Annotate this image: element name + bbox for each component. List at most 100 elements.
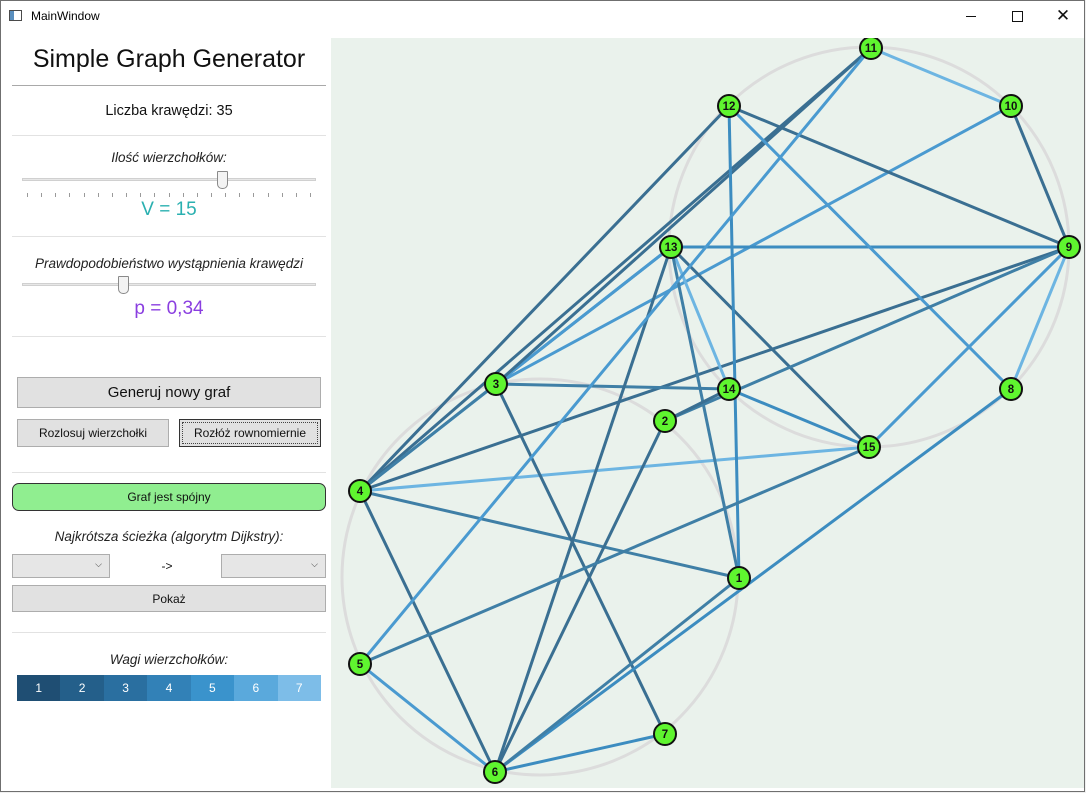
graph-edge [495, 382, 730, 391]
minimize-button[interactable] [948, 1, 994, 31]
graph-edge [358, 47, 873, 665]
from-vertex-select[interactable]: ⌵ [12, 554, 110, 578]
slider-tick [239, 193, 241, 197]
graph-node-3[interactable]: 3 [484, 372, 508, 396]
slider-tick [225, 193, 227, 197]
divider [12, 632, 326, 633]
app-title: Simple Graph Generator [32, 45, 306, 73]
graph-node-15[interactable]: 15 [857, 435, 881, 459]
chevron-down-icon: ⌵ [95, 559, 102, 569]
node-label: 15 [863, 442, 876, 454]
slider-tick [140, 193, 142, 197]
graph-node-11[interactable]: 11 [859, 38, 883, 60]
slider-tick [97, 193, 99, 197]
graph-edge [494, 387, 1012, 774]
divider [12, 236, 326, 237]
graph-node-9[interactable]: 9 [1057, 235, 1081, 259]
slider-track [22, 283, 316, 286]
divider [12, 135, 326, 136]
node-label: 3 [493, 379, 499, 391]
graph-node-8[interactable]: 8 [999, 377, 1023, 401]
slider-tick [41, 193, 43, 197]
even-layout-button[interactable]: Rozłóż rownomiernie [179, 419, 321, 447]
vertices-label: Ilość wierzchołków: [111, 150, 227, 165]
graph-node-4[interactable]: 4 [348, 479, 372, 503]
slider-thumb[interactable] [118, 276, 130, 294]
node-label: 11 [865, 43, 878, 55]
graph-edge [495, 104, 1012, 386]
node-label: 6 [492, 767, 498, 779]
graph-node-14[interactable]: 14 [717, 377, 741, 401]
probability-slider[interactable] [22, 276, 316, 300]
graph-node-6[interactable]: 6 [483, 760, 507, 784]
slider-tick [55, 193, 57, 197]
weight-swatch: 5 [190, 675, 235, 701]
node-label: 14 [723, 384, 736, 396]
graph-node-5[interactable]: 5 [348, 652, 372, 676]
graph-edge [728, 387, 870, 449]
slider-tick [210, 193, 212, 197]
node-label: 12 [723, 101, 736, 113]
graph-node-12[interactable]: 12 [717, 94, 741, 118]
slider-tick [182, 193, 184, 197]
path-arrow-label: -> [161, 559, 173, 573]
graph-node-10[interactable]: 10 [999, 94, 1023, 118]
slider-tick [111, 193, 113, 197]
slider-track [22, 178, 316, 181]
graph-edge [359, 382, 497, 493]
slider-tick [27, 193, 28, 197]
graph-node-1[interactable]: 1 [727, 566, 751, 590]
node-label: 1 [736, 573, 743, 585]
close-icon: ✕ [1055, 6, 1071, 26]
slider-tick [69, 193, 71, 197]
vertices-value: V = 15 [141, 199, 197, 220]
close-button[interactable]: ✕ [1040, 1, 1084, 31]
graph-edge [494, 576, 740, 774]
show-path-button[interactable]: Pokaż [12, 585, 326, 612]
vertices-slider[interactable] [22, 171, 316, 197]
maximize-button[interactable] [994, 1, 1040, 31]
node-label: 10 [1005, 101, 1018, 113]
to-vertex-select[interactable]: ⌵ [221, 554, 326, 578]
divider [12, 472, 326, 473]
window-title: MainWindow [31, 9, 100, 23]
graph-connected-status: Graf jest spójny [12, 483, 326, 511]
node-label: 4 [357, 486, 364, 498]
node-label: 7 [662, 729, 668, 741]
graph-node-7[interactable]: 7 [653, 722, 677, 746]
node-label: 9 [1066, 242, 1072, 254]
weight-swatch: 1 [17, 675, 61, 701]
edge-count-label: Liczba krawędzi: 35 [105, 103, 233, 119]
weights-legend: 1234567 [17, 675, 321, 701]
graph-edge [359, 662, 496, 774]
slider-thumb[interactable] [217, 171, 229, 189]
graph-drawing: 123456789101112131415 [340, 38, 1081, 784]
graph-edge [358, 104, 731, 493]
slider-tick [253, 193, 255, 197]
graph-edge [870, 46, 1012, 108]
graph-edge [495, 245, 672, 386]
graph-edge [359, 46, 872, 493]
weight-swatch: 6 [234, 675, 278, 701]
control-panel: Simple Graph Generator Liczba krawędzi: … [1, 31, 331, 791]
slider-tick [154, 193, 156, 197]
weight-swatch: 4 [147, 675, 191, 701]
randomize-vertices-button[interactable]: Rozlosuj wierzchołki [17, 419, 169, 447]
graph-canvas[interactable]: 1 2 3 4 5 6 7 8 9 10 11 12 13 14 15 [331, 38, 1084, 788]
weight-swatch: 3 [103, 675, 148, 701]
weights-label: Wagi wierzchołków: [109, 652, 229, 667]
minimize-icon [966, 15, 976, 17]
divider [12, 336, 326, 337]
generate-graph-button[interactable]: Generuj nowy graf [17, 377, 321, 408]
graph-edge [359, 489, 740, 580]
slider-tick [126, 193, 128, 197]
graph-node-13[interactable]: 13 [659, 235, 683, 259]
graph-edge [494, 383, 667, 735]
maximize-icon [1011, 10, 1023, 22]
weight-swatch: 7 [277, 675, 321, 701]
slider-tick [295, 193, 297, 197]
slider-tick [168, 193, 170, 197]
node-label: 8 [1008, 384, 1015, 396]
probability-label: Prawdopodobieństwo wystąpnienia krawędzi [35, 256, 303, 271]
graph-node-2[interactable]: 2 [653, 409, 677, 433]
